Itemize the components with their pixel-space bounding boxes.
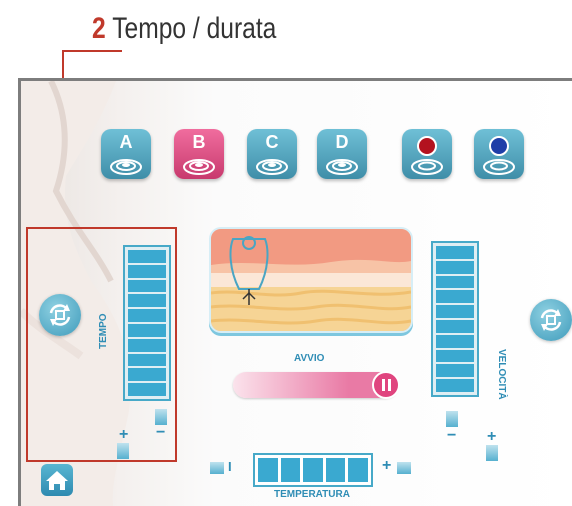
velocita-level-segment [436,334,474,348]
callout-number: 2 [92,12,106,45]
applicator-c-button[interactable]: C [247,129,297,179]
temperatura-minus-indicator [210,462,224,474]
applicator-pad-icon [110,159,142,175]
pause-icon[interactable] [372,371,400,399]
rotate-cycle-icon [540,309,562,331]
callout-text: Tempo / durata [112,12,277,45]
temperatura-level-segment [303,458,323,482]
velocita-plus-indicator [486,445,498,461]
treatment-illustration [209,227,413,333]
temperatura-minus-button[interactable]: I [228,459,232,474]
temperatura-level-segment [258,458,278,482]
velocita-label: VELOCITÀ [496,349,507,400]
velocita-level-segment [436,260,474,274]
velocita-cycle-button[interactable] [530,299,572,341]
home-icon [46,471,68,490]
velocita-level-segment [436,275,474,289]
temperatura-plus-indicator [397,462,411,474]
applicator-b-button[interactable]: B [174,129,224,179]
velocita-level-segment [436,349,474,363]
velocita-minus-button[interactable]: − [447,427,456,445]
applicator-blue-button[interactable] [474,129,524,179]
applicator-a-button[interactable]: A [101,129,151,179]
applicator-pad-icon [183,159,215,175]
velocita-level-bar[interactable] [431,241,479,397]
applicator-d-button[interactable]: D [317,129,367,179]
temperatura-level-segment [325,458,346,482]
callout-title: 2 Tempo / durata [92,12,276,46]
temperatura-plus-button[interactable]: + [382,457,391,475]
applicator-pad-icon [256,159,288,175]
avvio-label: AVVIO [294,353,325,364]
home-button[interactable] [41,464,73,496]
skin-layers-image [211,229,411,331]
temperatura-level-segment [348,458,368,482]
temperatura-level-segment [280,458,301,482]
applicator-red-button[interactable] [402,129,452,179]
velocita-plus-button[interactable]: + [487,428,496,446]
applicator-pad-icon [326,159,358,175]
velocita-level-segment [436,290,474,304]
velocita-level-segment [436,305,474,318]
blue-dot-applicator-icon [483,136,515,175]
temperatura-level-bar[interactable] [253,453,373,487]
velocita-level-segment [436,320,474,333]
tempo-highlight-box [26,227,177,462]
velocita-level-segment [436,364,474,378]
avvio-slider[interactable] [233,371,400,399]
red-dot-applicator-icon [411,136,443,175]
callout-line-horizontal [62,50,122,52]
temperatura-label: TEMPERATURA [274,489,350,500]
velocita-level-segment [436,379,474,392]
velocita-level-segment [436,246,474,259]
velocita-minus-indicator [446,411,458,427]
